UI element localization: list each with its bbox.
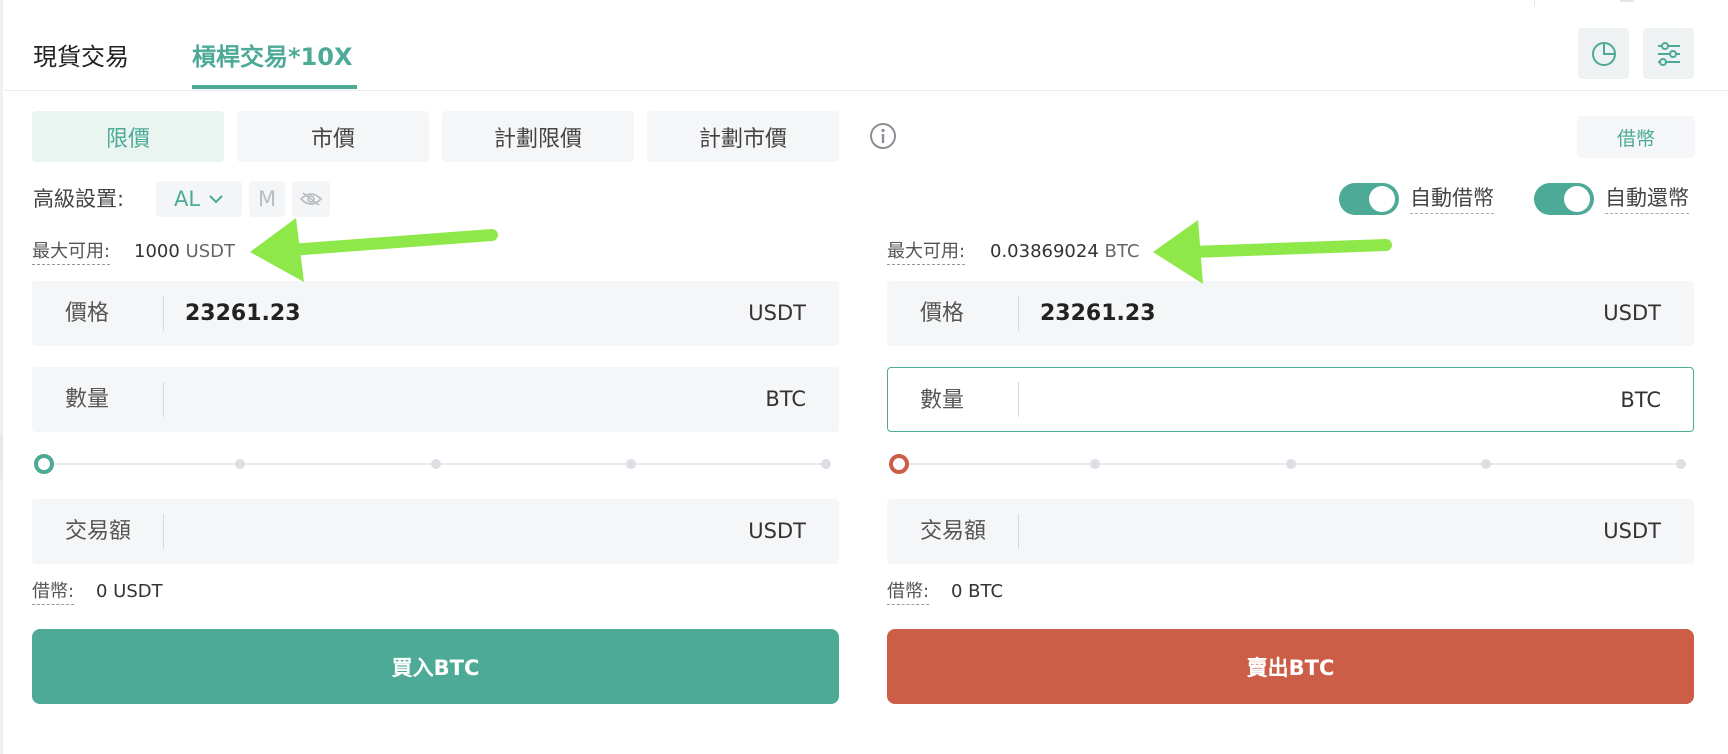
sell-borrowed-value: 0 BTC xyxy=(951,581,1004,602)
buy-available-label: 最大可用: xyxy=(32,240,111,265)
buy-btc-button[interactable]: 買入BTC xyxy=(32,629,839,704)
sell-amount-input[interactable]: 數量 BTC xyxy=(887,367,1694,432)
sliders-icon xyxy=(1657,41,1680,66)
price-label: 價格 xyxy=(65,301,110,326)
panel-edge-handle xyxy=(0,435,3,479)
active-tab-indicator xyxy=(192,85,357,89)
info-icon[interactable] xyxy=(869,122,897,150)
order-type-market[interactable]: 市價 xyxy=(237,111,429,162)
price-label: 價格 xyxy=(920,301,965,326)
slider-step[interactable] xyxy=(431,459,441,469)
settings-button[interactable] xyxy=(1643,28,1694,79)
m-option-button[interactable]: M xyxy=(249,181,285,217)
price-value: 23261.23 xyxy=(185,301,301,326)
buy-available-value: 1000 USDT xyxy=(134,241,236,262)
eye-slash-icon xyxy=(300,192,322,206)
pie-chart-icon xyxy=(1591,41,1616,66)
buy-slider-handle[interactable] xyxy=(34,454,54,474)
chart-button[interactable] xyxy=(1578,28,1629,79)
order-type-limit[interactable]: 限價 xyxy=(32,111,224,162)
buy-total-input[interactable]: 交易額 USDT xyxy=(32,499,839,564)
slider-step[interactable] xyxy=(1676,459,1686,469)
amount-label: 數量 xyxy=(920,388,965,413)
amount-unit: BTC xyxy=(1620,388,1661,412)
chevron-down-icon xyxy=(209,195,223,204)
slider-step[interactable] xyxy=(1481,459,1491,469)
total-unit: USDT xyxy=(748,519,806,543)
advanced-settings-label: 高級設置: xyxy=(33,187,125,211)
sell-btc-button[interactable]: 賣出BTC xyxy=(887,629,1694,704)
sell-price-input[interactable]: 價格 23261.23 USDT xyxy=(887,281,1694,346)
total-label: 交易額 xyxy=(65,519,132,544)
slider-step[interactable] xyxy=(1090,459,1100,469)
panel-left-border xyxy=(0,0,3,754)
al-dropdown[interactable]: AL xyxy=(156,181,242,217)
amount-unit: BTC xyxy=(765,387,806,411)
buy-borrowed-label: 借幣: xyxy=(32,580,75,605)
sell-available-value: 0.03869024 BTC xyxy=(990,241,1140,262)
sell-total-input[interactable]: 交易額 USDT xyxy=(887,499,1694,564)
al-dropdown-label: AL xyxy=(173,187,201,211)
auto-borrow-label: 自動借幣 xyxy=(1410,183,1494,214)
buy-amount-input[interactable]: 數量 BTC xyxy=(32,367,839,432)
buy-borrowed-value: 0 USDT xyxy=(96,581,163,602)
tab-margin-trading[interactable]: 槓桿交易*10X xyxy=(192,40,352,74)
buy-price-input[interactable]: 價格 23261.23 USDT xyxy=(32,281,839,346)
auto-repay-label: 自動還幣 xyxy=(1605,183,1689,214)
price-unit: USDT xyxy=(748,301,806,325)
top-divider-mark xyxy=(1534,0,1535,6)
sell-slider-handle[interactable] xyxy=(889,454,909,474)
arrow-annotation xyxy=(250,218,498,282)
auto-borrow-toggle[interactable] xyxy=(1339,183,1399,215)
slider-step[interactable] xyxy=(821,459,831,469)
top-divider-mark xyxy=(1620,0,1634,2)
slider-step[interactable] xyxy=(235,459,245,469)
tabs-divider xyxy=(3,90,1728,91)
total-label: 交易額 xyxy=(920,519,987,544)
sell-available-label: 最大可用: xyxy=(887,240,966,265)
tab-spot-trading[interactable]: 現貨交易 xyxy=(33,40,129,74)
amount-label: 數量 xyxy=(65,387,110,412)
total-unit: USDT xyxy=(1603,519,1661,543)
price-value: 23261.23 xyxy=(1040,301,1156,326)
borrow-button[interactable]: 借幣 xyxy=(1577,116,1695,158)
sell-borrowed-label: 借幣: xyxy=(887,580,930,605)
order-type-plan-limit[interactable]: 計劃限價 xyxy=(442,111,634,162)
hidden-order-button[interactable] xyxy=(292,181,330,217)
arrow-annotation xyxy=(1153,220,1392,284)
slider-step[interactable] xyxy=(626,459,636,469)
slider-step[interactable] xyxy=(1286,459,1296,469)
auto-repay-toggle[interactable] xyxy=(1534,183,1594,215)
order-type-plan-market[interactable]: 計劃市價 xyxy=(647,111,839,162)
price-unit: USDT xyxy=(1603,301,1661,325)
